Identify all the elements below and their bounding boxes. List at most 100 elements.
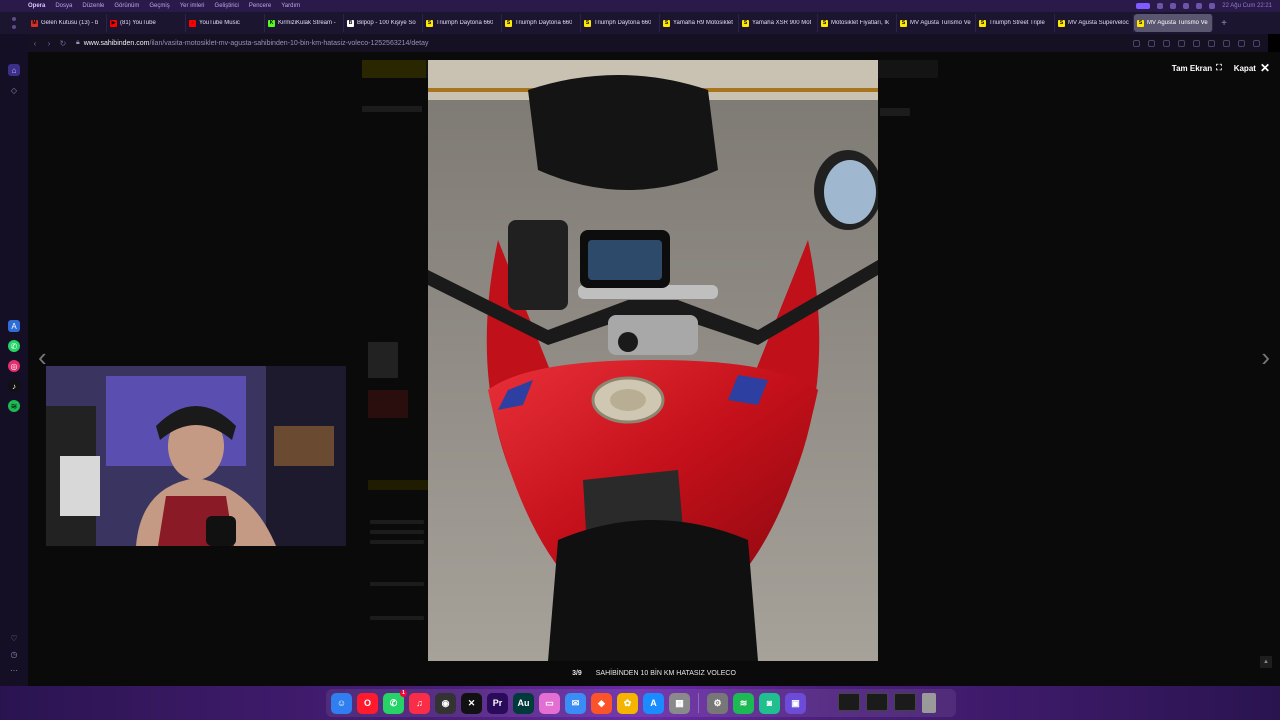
minimized-window[interactable] [866, 693, 888, 711]
dock-glyph: ≋ [739, 697, 748, 708]
dock-brave-icon[interactable]: ◆ [591, 692, 612, 714]
share-buttons [880, 108, 910, 116]
scroll-to-top-icon[interactable]: ▲ [1260, 656, 1272, 668]
snapshot-icon[interactable] [1133, 39, 1140, 47]
dock-photos-icon[interactable]: ✿ [617, 692, 638, 714]
dock-launchpad-icon[interactable]: ▦ [669, 692, 690, 714]
menu-developer[interactable]: Geliştirici [215, 3, 239, 9]
tab-3[interactable]: K KirmiziKulak Stream - [265, 14, 344, 32]
dock-app-teal-icon[interactable]: ◙ [759, 692, 780, 714]
dock-capcut-icon[interactable]: ✕ [461, 692, 482, 714]
dock-settings-icon[interactable]: ⚙ [707, 692, 728, 714]
new-tab-icon[interactable]: + [1217, 18, 1231, 29]
tab-6[interactable]: S Triumph Daytona 660 [502, 14, 581, 32]
tab-7[interactable]: S Triumph Daytona 660 [581, 14, 660, 32]
url-path[interactable]: /ilan/vasita-motosiklet-mv-agusta-sahibi… [150, 40, 429, 47]
menu-edit[interactable]: Düzenle [82, 3, 104, 9]
fullscreen-button[interactable]: Tam Ekran ⛶ [1172, 63, 1222, 73]
tab-1[interactable]: ▶ (81) YouTube [107, 14, 186, 32]
dock-app-purple-icon[interactable]: ▣ [785, 692, 806, 714]
back-icon[interactable]: ‹ [28, 39, 42, 48]
notification-badge: 1 [400, 689, 407, 697]
whatsapp-icon[interactable]: ✆ [8, 340, 20, 352]
menu-opera[interactable]: Opera [28, 3, 45, 9]
close-button[interactable]: Kapat ✕ [1234, 61, 1270, 75]
webcam-feed [46, 366, 346, 546]
tab-2[interactable]: ♪ YouTube Music [186, 14, 265, 32]
tab-9[interactable]: S Yamaha XSR 900 Mot [739, 14, 818, 32]
dock-finder-icon[interactable]: ☺ [331, 692, 352, 714]
dock-audition-icon[interactable]: Au [513, 692, 534, 714]
battery-icon[interactable] [1196, 3, 1203, 9]
tab-10[interactable]: S Motosiklet Fiyatları, İk [818, 14, 897, 32]
status-icon[interactable] [1157, 3, 1164, 9]
dock-obs-icon[interactable]: ◉ [435, 692, 456, 714]
status-icon[interactable] [1170, 3, 1177, 9]
site-logo [362, 60, 426, 78]
menu-file[interactable]: Dosya [55, 3, 72, 9]
menu-window[interactable]: Pencere [249, 3, 271, 9]
trash-icon[interactable] [922, 693, 936, 713]
menu-bookmarks[interactable]: Yer imleri [180, 3, 205, 9]
tab-label: Triumph Street Triple [989, 20, 1045, 26]
tab-13[interactable]: S MV Agusta Superveloc [1055, 14, 1134, 32]
tab-bar: M Gelen Kutusu (13) - b ▶ (81) YouTube ♪ YouT… [0, 12, 1280, 34]
share-icon[interactable] [1163, 39, 1170, 47]
dock-mail-icon[interactable]: ✉ [565, 692, 586, 714]
url-host[interactable]: www.sahibinden.com [84, 40, 150, 47]
play-icon[interactable] [1193, 39, 1200, 47]
dock-glyph: ◆ [598, 697, 605, 708]
history-icon[interactable]: ◷ [8, 648, 20, 660]
record-indicator-icon[interactable] [1136, 3, 1151, 9]
menubar-clock[interactable]: 22 Ağu Cum 22:21 [1222, 3, 1272, 9]
tiktok-icon[interactable]: ♪ [8, 380, 20, 392]
cast-icon[interactable] [1178, 39, 1185, 47]
dock-minimized-windows [838, 693, 936, 713]
forward-icon[interactable]: › [42, 39, 56, 48]
tab-label: Yamaha XSR 900 Mot [752, 20, 812, 26]
aria-icon[interactable]: A [8, 320, 20, 332]
menu-history[interactable]: Geçmiş [149, 3, 169, 9]
home-icon[interactable]: ⌂ [8, 64, 20, 76]
dock-spotify-icon[interactable]: ≋ [733, 692, 754, 714]
minimized-window[interactable] [838, 693, 860, 711]
dock-app-store-icon[interactable]: A [643, 692, 664, 714]
tab-4[interactable]: B Bilpop - 100 Kişiye So [344, 14, 423, 32]
heart-icon[interactable]: ♡ [8, 632, 20, 644]
menu-view[interactable]: Görünüm [114, 3, 139, 9]
speed-dial-icon[interactable]: ◇ [8, 84, 20, 96]
menu-help[interactable]: Yardım [281, 3, 300, 9]
tab-8[interactable]: S Yamaha R9 Motosiklet [660, 14, 739, 32]
tab-11[interactable]: S MV Agusta Turismo Ve [897, 14, 976, 32]
heart-icon[interactable] [1208, 39, 1215, 47]
more-icon[interactable]: ⋯ [8, 664, 20, 676]
dock-glyph: ◉ [441, 697, 450, 708]
wifi-icon[interactable] [1183, 3, 1190, 9]
download-icon[interactable] [1223, 39, 1230, 47]
instagram-icon[interactable]: ◎ [8, 360, 20, 372]
dock-separator [698, 693, 699, 713]
menu-icon[interactable] [1253, 39, 1260, 47]
dock-whatsapp-icon[interactable]: ✆ 1 [383, 689, 407, 714]
translate-icon[interactable] [1148, 39, 1155, 47]
minimize-window-icon[interactable] [12, 25, 16, 29]
dock-app-pink-icon[interactable]: ▭ [539, 692, 560, 714]
minimized-window[interactable] [894, 693, 916, 711]
reload-icon[interactable]: ↻ [56, 39, 70, 48]
next-photo-icon[interactable]: › [1261, 342, 1270, 373]
tab-14[interactable]: S MV Agusta Turismo Ve [1134, 14, 1213, 32]
tab-12[interactable]: S Triumph Street Triple [976, 14, 1055, 32]
spotify-icon[interactable]: ≋ [8, 400, 20, 412]
dock-music-icon[interactable]: ♫ [409, 692, 430, 714]
tab-label: Gelen Kutusu (13) - b [41, 20, 99, 26]
extensions-icon[interactable] [1238, 39, 1245, 47]
dock-glyph: ♫ [416, 698, 423, 708]
dock-premiere-icon[interactable]: Pr [487, 692, 508, 714]
control-center-icon[interactable] [1209, 3, 1216, 9]
tab-0[interactable]: M Gelen Kutusu (13) - b [28, 14, 107, 32]
close-window-icon[interactable] [12, 17, 16, 21]
dock-opera-icon[interactable]: O [357, 692, 378, 714]
tab-favicon-icon: S [1058, 19, 1065, 27]
tab-5[interactable]: S Triumph Daytona 660 [423, 14, 502, 32]
tab-favicon-icon: ▶ [110, 19, 117, 27]
